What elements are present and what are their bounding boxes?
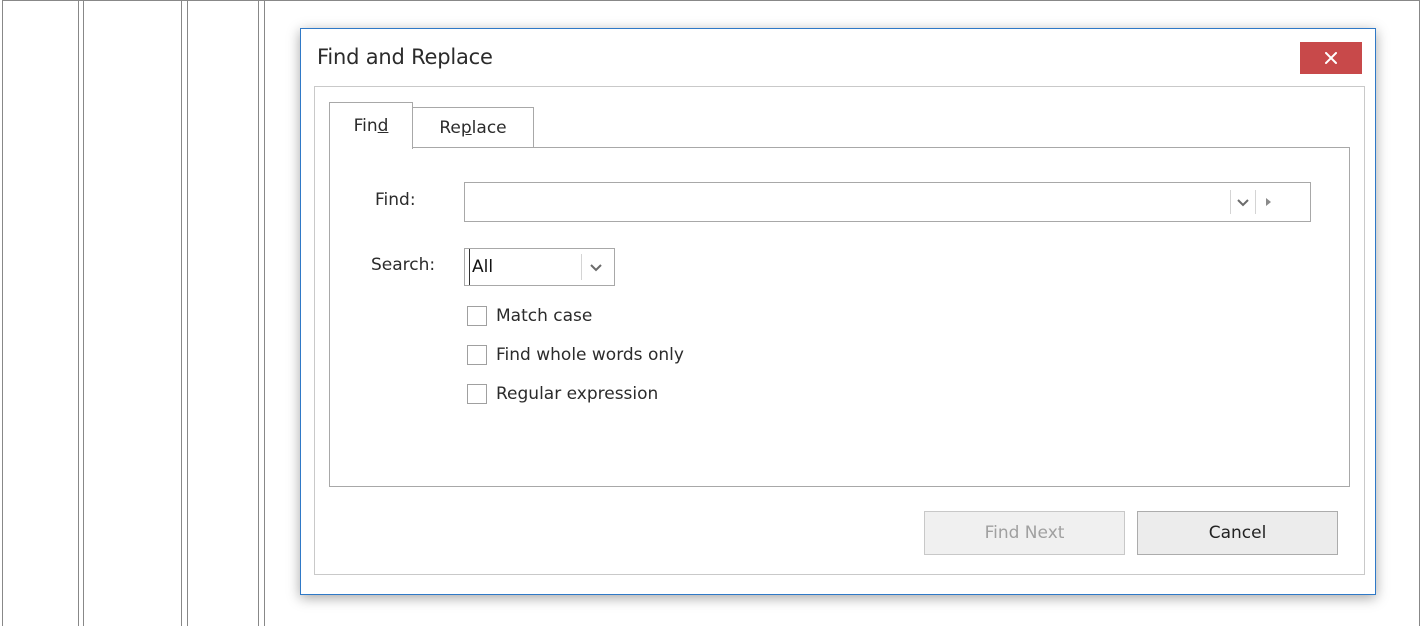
tab-panel-find: Find: Search: All Match case Find whole … [329,147,1350,487]
tab-replace[interactable]: Replace [413,107,534,148]
find-next-button[interactable]: Find Next [924,511,1125,555]
tab-find[interactable]: Find [329,102,413,149]
checkbox-box[interactable] [467,306,487,326]
combo-divider [1255,190,1256,214]
table-grid-line [83,0,84,626]
table-grid-line [264,0,265,626]
table-grid-line [2,0,3,626]
whole-words-label: Find whole words only [496,345,684,365]
regex-label: Regular expression [496,384,659,404]
find-combo[interactable] [464,182,1311,222]
search-select[interactable]: All [464,248,615,286]
chevron-down-icon [1237,198,1249,206]
checkbox-box[interactable] [467,384,487,404]
regex-checkbox[interactable]: Regular expression [467,381,658,407]
triangle-right-icon [1266,198,1271,206]
table-grid-line [2,0,1420,1]
tab-find-label: Find [353,116,389,136]
dialog-title: Find and Replace [317,45,493,69]
checkbox-box[interactable] [467,345,487,365]
combo-divider [581,254,582,280]
search-value: All [469,249,493,285]
whole-words-checkbox[interactable]: Find whole words only [467,342,684,368]
table-grid-line [78,0,79,626]
find-input[interactable] [465,183,1225,219]
match-case-label: Match case [496,306,593,326]
page: Find and Replace Find Replace Find: Sear… [0,0,1421,626]
search-dropdown-button[interactable] [586,252,606,282]
table-grid-line [181,0,182,626]
find-replace-dialog: Find and Replace Find Replace Find: Sear… [300,28,1376,595]
close-button[interactable] [1300,42,1362,74]
table-grid-line [187,0,188,626]
dialog-client-area: Find Replace Find: Search: All Match cas… [314,86,1365,575]
match-case-checkbox[interactable]: Match case [467,303,592,329]
combo-divider [1230,190,1231,214]
close-icon [1325,52,1337,64]
tab-replace-label: Replace [439,117,507,138]
find-options-button[interactable] [1258,187,1278,217]
find-label: Find: [375,190,416,210]
chevron-down-icon [590,263,602,271]
table-grid-line [1419,0,1420,626]
table-grid-line [258,0,259,626]
cancel-button[interactable]: Cancel [1137,511,1338,555]
search-label: Search: [371,255,436,275]
find-dropdown-button[interactable] [1233,187,1253,217]
